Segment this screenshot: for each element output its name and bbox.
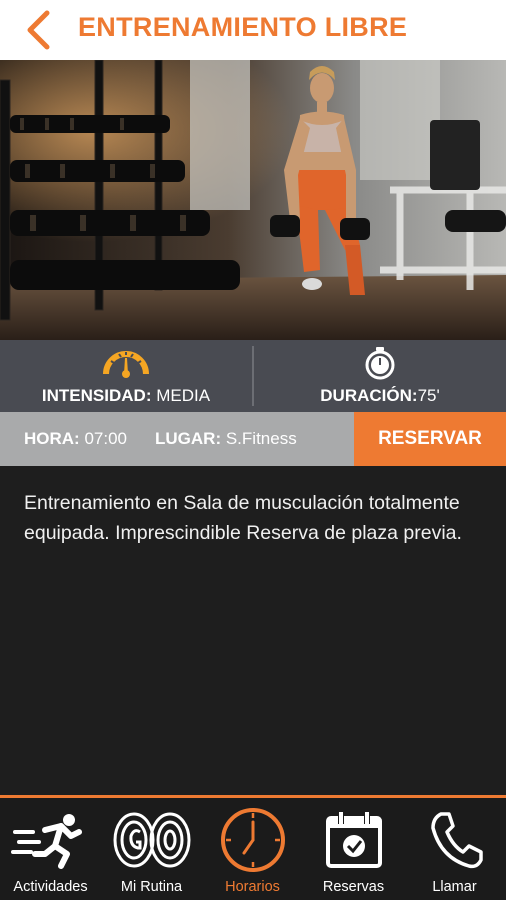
- nav-label-actividades: Actividades: [13, 879, 88, 895]
- nav-item-actividades[interactable]: Actividades: [0, 801, 101, 900]
- hora-value: 07:00: [84, 429, 127, 448]
- nav-label-llamar: Llamar: [432, 879, 477, 895]
- activity-description: Entrenamiento en Sala de musculación tot…: [24, 492, 462, 544]
- page-title: ENTRENAMIENTO LIBRE: [78, 12, 408, 42]
- lugar-value: S.Fitness: [225, 429, 297, 448]
- gauge-icon: [103, 351, 149, 378]
- lugar-info: LUGAR: S.Fitness: [155, 429, 297, 449]
- chevron-left-icon: [27, 10, 50, 50]
- duration-value: 75': [417, 386, 440, 405]
- hora-label: HORA:: [24, 429, 80, 448]
- stopwatch-icon: [365, 347, 395, 380]
- intensity-stat: INTENSIDAD: MEDIA: [0, 340, 252, 412]
- nav-label-horarios: Horarios: [225, 879, 280, 895]
- back-button[interactable]: [18, 8, 58, 52]
- stats-bar: INTENSIDAD: MEDIA DURACIÓN:75': [0, 340, 506, 412]
- hora-info: HORA: 07:00: [24, 429, 127, 449]
- nav-item-horarios[interactable]: Horarios: [202, 801, 303, 900]
- calendar-check-icon: [325, 812, 382, 868]
- hero-image: [0, 60, 506, 340]
- running-icon: [10, 814, 82, 869]
- bottom-nav: Actividades Mi Rutina Horarios Reservas …: [0, 795, 506, 900]
- intensity-value: MEDIA: [156, 386, 211, 405]
- weights-icon: [113, 812, 190, 868]
- clock-icon: [220, 808, 285, 872]
- nav-item-reservas[interactable]: Reservas: [303, 801, 404, 900]
- lugar-label: LUGAR:: [155, 429, 222, 448]
- nav-label-mi-rutina: Mi Rutina: [120, 879, 183, 895]
- app-header: ENTRENAMIENTO LIBRE: [0, 0, 506, 60]
- phone-icon: [430, 812, 483, 869]
- info-bar: HORA: 07:00 LUGAR: S.Fitness RESERVAR: [0, 412, 506, 466]
- intensity-label: INTENSIDAD:: [41, 386, 152, 405]
- nav-item-llamar[interactable]: Llamar: [404, 801, 505, 900]
- duration-label: DURACIÓN:: [320, 386, 418, 405]
- reserve-button[interactable]: RESERVAR: [354, 412, 506, 466]
- duration-stat: DURACIÓN:75': [254, 340, 506, 412]
- nav-item-mi-rutina[interactable]: Mi Rutina: [101, 801, 202, 900]
- nav-label-reservas: Reservas: [322, 879, 385, 895]
